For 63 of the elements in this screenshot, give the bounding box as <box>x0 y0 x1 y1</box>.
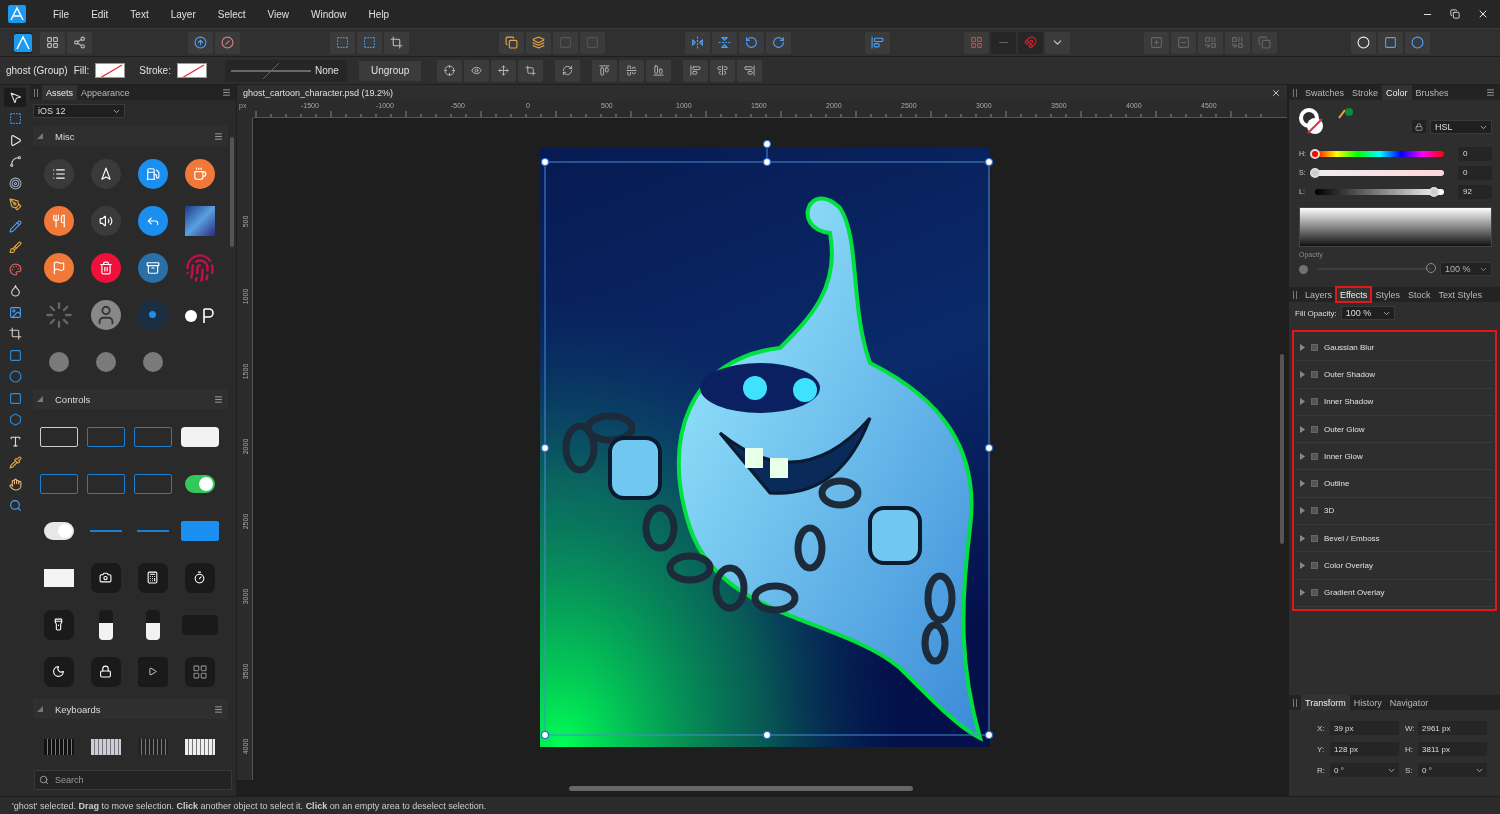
effect-name[interactable]: Bevel / Emboss <box>1324 533 1380 543</box>
field-label: H: <box>1405 744 1414 754</box>
panel-tab[interactable]: Transform <box>1301 695 1350 710</box>
panel-tab[interactable]: Color <box>1382 85 1412 100</box>
input-field[interactable]: 2961 px <box>1418 721 1487 735</box>
field-label: X: <box>1317 723 1326 733</box>
menu-item[interactable]: Help <box>357 8 401 20</box>
library-dropdown[interactable]: iOS 12 <box>33 104 125 118</box>
panel-tab[interactable]: Stock <box>1403 287 1435 302</box>
panel-tab[interactable]: Styles <box>1371 287 1404 302</box>
field-label: Y: <box>1317 744 1326 754</box>
fill-opacity-field[interactable]: 100 % <box>1340 306 1395 320</box>
effect-name[interactable]: Outer Shadow <box>1324 369 1376 379</box>
value-field[interactable]: 0 <box>1458 146 1492 161</box>
dropdown-field[interactable]: 0 ° <box>1330 763 1399 777</box>
search-field[interactable]: Search <box>34 770 232 790</box>
effect-name[interactable]: Outer Glow <box>1324 424 1365 434</box>
effect-name[interactable]: Outline <box>1324 479 1350 489</box>
panel-tab[interactable]: History <box>1349 695 1386 710</box>
menu-item[interactable]: Window <box>300 8 358 20</box>
stroke-style-field[interactable]: None <box>224 59 347 82</box>
value-field[interactable]: 0 <box>1458 165 1492 180</box>
effect-name[interactable]: Inner Glow <box>1324 451 1363 461</box>
section-title: Controls <box>55 393 91 405</box>
menu-item[interactable]: File <box>42 8 81 20</box>
color-model-dropdown[interactable]: HSL <box>1430 120 1492 134</box>
panel-tab[interactable]: Swatches <box>1301 85 1349 100</box>
ungroup-button[interactable]: Ungroup <box>358 60 422 81</box>
field-label: R: <box>1317 765 1326 775</box>
menu-item[interactable]: Edit <box>80 8 120 20</box>
panel-tab[interactable]: Brushes <box>1411 85 1453 100</box>
field-label: S: <box>1405 765 1414 775</box>
dropdown-field[interactable]: 0 ° <box>1418 763 1487 777</box>
effect-name[interactable]: Inner Shadow <box>1324 397 1374 407</box>
panel-tab[interactable]: Effects <box>1336 287 1372 302</box>
search-input[interactable]: Search <box>53 774 203 786</box>
fill-label: Fill: <box>73 65 90 76</box>
status-message: 'ghost' selected. Drag to move selection. Click another object to select it. Click on an empty area to deselect selection. <box>12 800 487 811</box>
stroke-label: Stroke: <box>139 65 171 76</box>
effect-name[interactable]: Color Overlay <box>1324 561 1373 570</box>
field-label: W: <box>1405 723 1415 733</box>
menu-item[interactable]: View <box>256 8 300 20</box>
effect-name[interactable]: Gaussian Blur <box>1324 342 1375 352</box>
panel-tab[interactable]: Layers <box>1301 287 1336 302</box>
panel-tab[interactable]: Assets <box>42 85 77 100</box>
panel-tab[interactable]: Stroke <box>1348 85 1383 100</box>
menu-item[interactable]: Select <box>206 8 257 20</box>
input-field[interactable]: 3811 px <box>1418 742 1487 756</box>
effect-name[interactable]: 3D <box>1324 506 1335 516</box>
selection-label: ghost (Group) <box>6 65 68 76</box>
effect-name[interactable]: Gradient Overlay <box>1324 588 1385 598</box>
section-title: Keyboards <box>55 703 101 715</box>
document-tab[interactable]: ghost_cartoon_character.psd (19.2%) <box>243 87 394 98</box>
panel-tab[interactable]: Appearance <box>77 85 134 100</box>
menu-item[interactable]: Layer <box>159 8 207 20</box>
input-field[interactable]: 128 px <box>1330 742 1399 756</box>
panel-tab[interactable]: Navigator <box>1385 695 1433 710</box>
section-title: Misc <box>55 130 75 142</box>
panel-tab[interactable]: Text Styles <box>1434 287 1486 302</box>
input-field[interactable]: 39 px <box>1330 721 1399 735</box>
menu-item[interactable]: Text <box>119 8 160 20</box>
fill-opacity-label: Fill Opacity: <box>1295 308 1337 318</box>
value-field[interactable]: 92 <box>1458 184 1492 199</box>
